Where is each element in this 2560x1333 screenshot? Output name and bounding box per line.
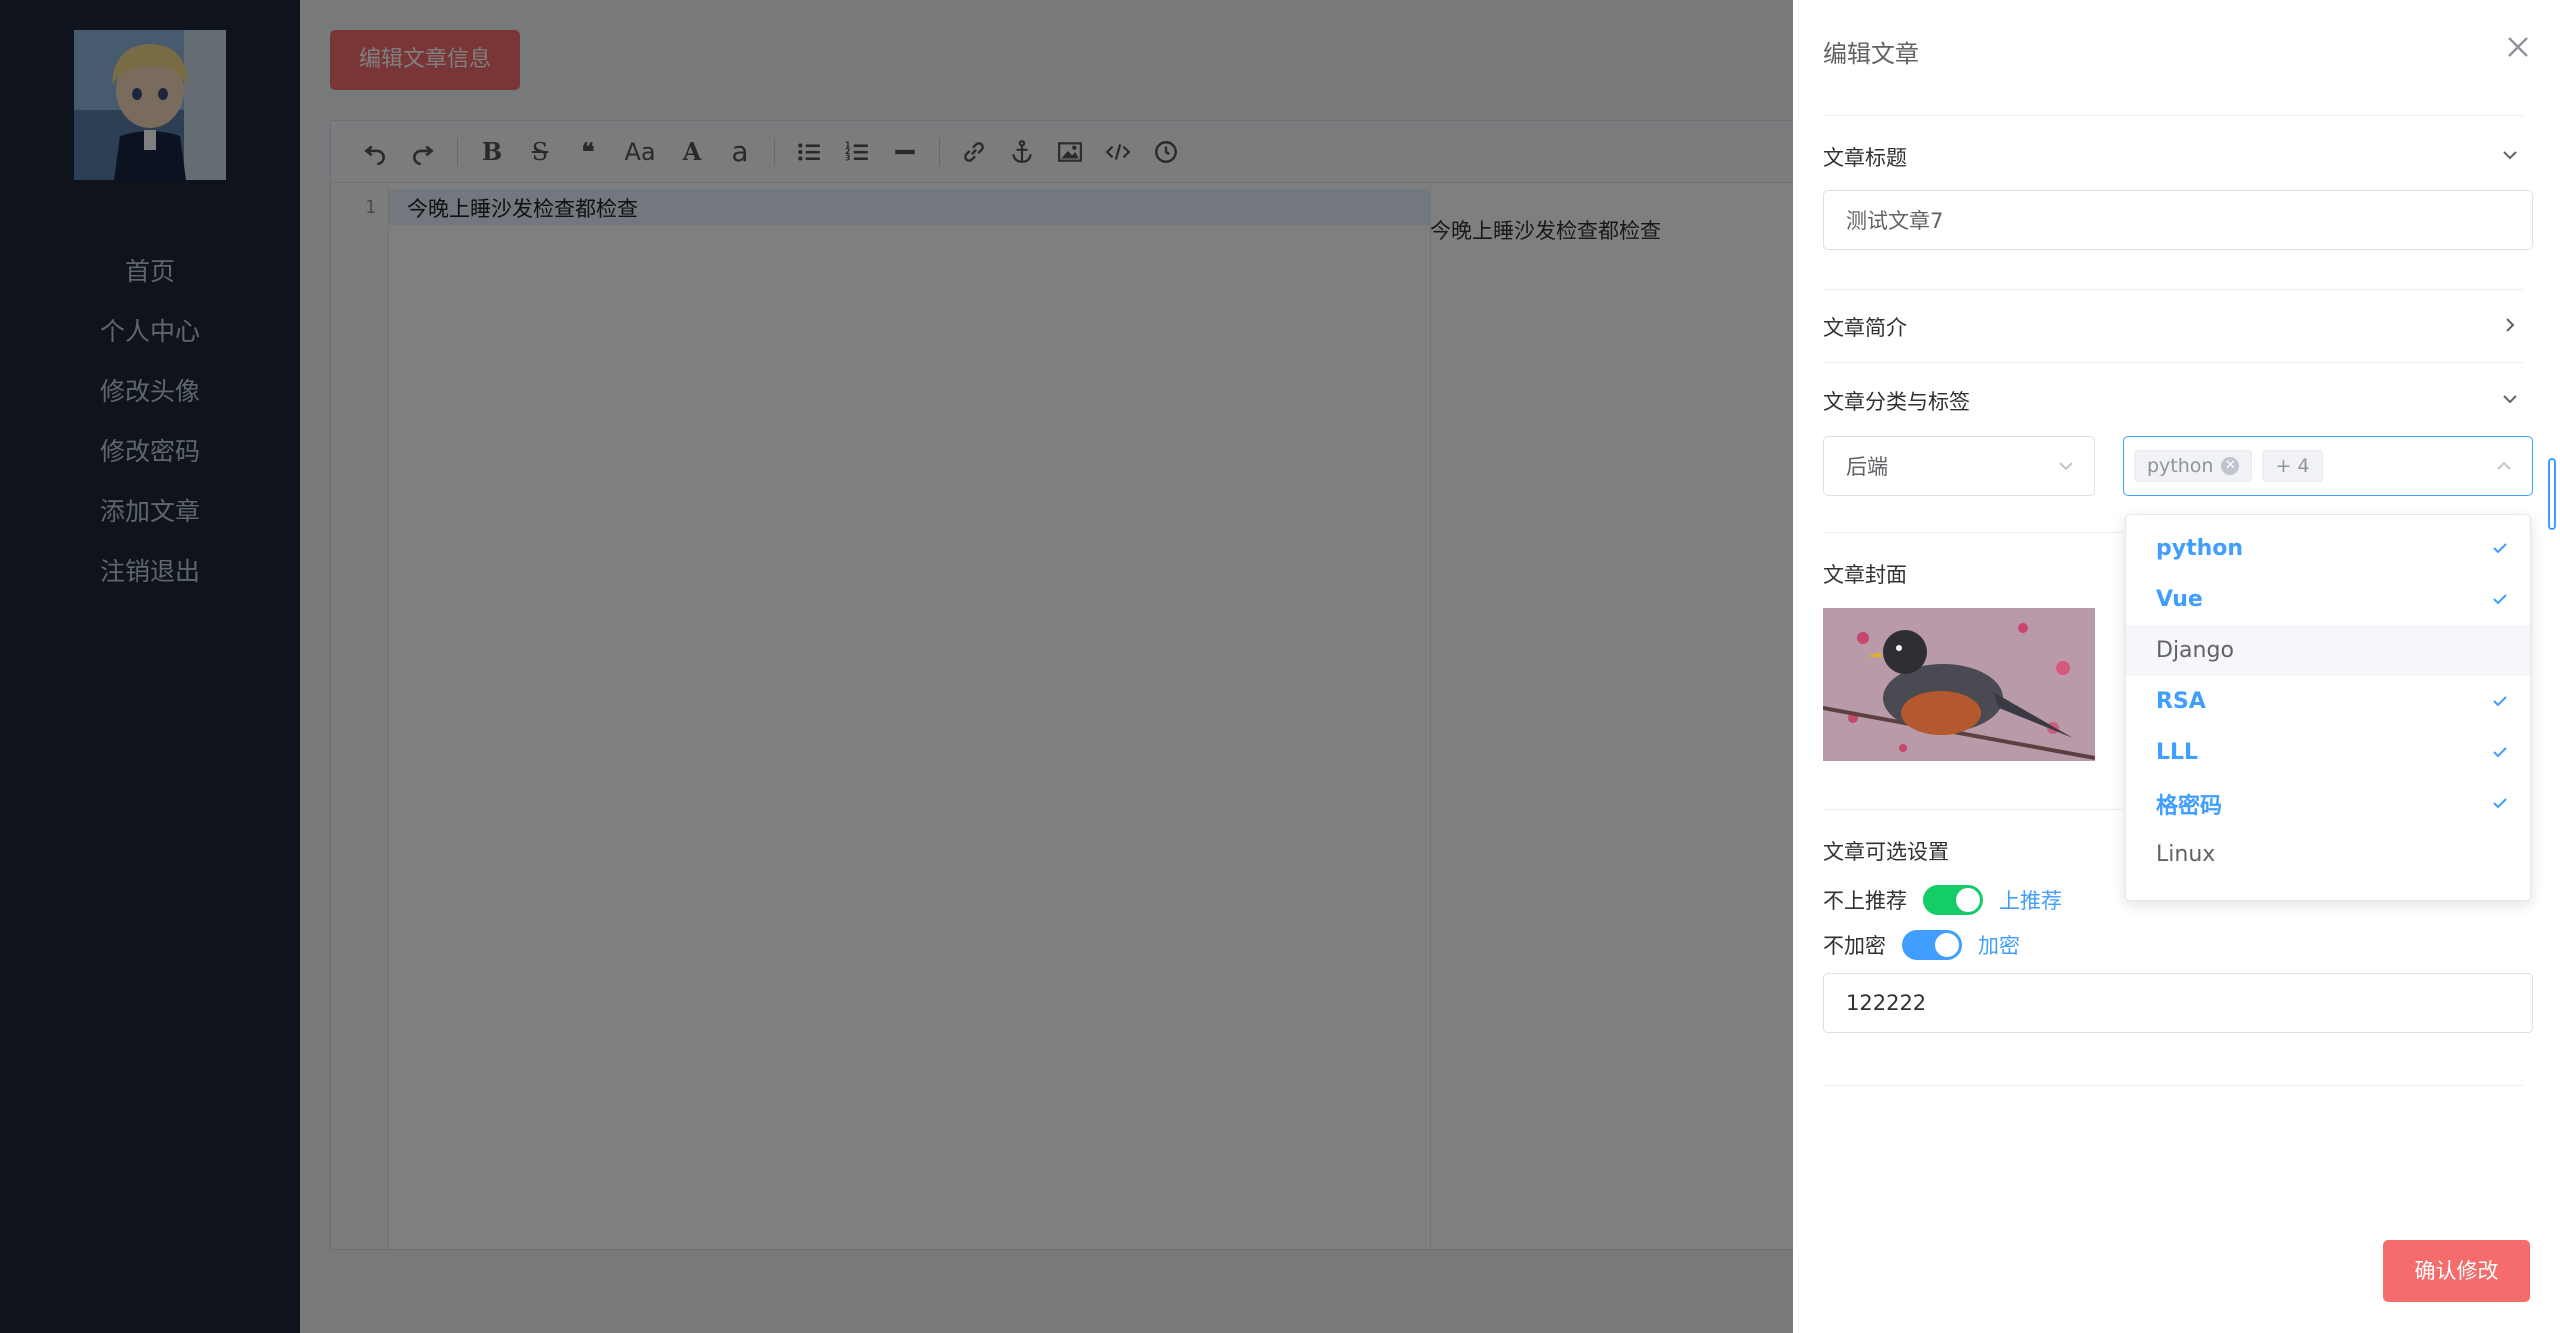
article-title-input[interactable]: 测试文章7 bbox=[1823, 190, 2533, 250]
not-recommend-label: 不上推荐 bbox=[1823, 889, 1907, 913]
switch-knob bbox=[1956, 888, 1980, 912]
drawer-title: 编辑文章 bbox=[1823, 40, 1919, 68]
password-value: 122222 bbox=[1846, 991, 1927, 1015]
category-tags-label: 文章分类与标签 bbox=[1823, 390, 1970, 414]
tag-option-label: Django bbox=[2156, 638, 2234, 663]
tag-option-linux[interactable]: Linux bbox=[2126, 829, 2530, 880]
cover-image[interactable] bbox=[1823, 608, 2095, 761]
tags-select[interactable]: python ✕ + 4 bbox=[2123, 436, 2533, 496]
tag-option-label: Vue bbox=[2156, 587, 2203, 612]
category-select[interactable]: 后端 bbox=[1823, 436, 2095, 496]
not-encrypt-label: 不加密 bbox=[1823, 934, 1886, 958]
tag-option-label: RSA bbox=[2156, 689, 2206, 714]
check-icon bbox=[2493, 798, 2507, 809]
tag-option-label: 格密码 bbox=[2156, 793, 2223, 819]
chevron-down-icon[interactable] bbox=[2499, 144, 2521, 166]
article-summary-label: 文章简介 bbox=[1823, 316, 1907, 340]
recommend-label: 上推荐 bbox=[1999, 889, 2062, 913]
close-icon[interactable] bbox=[2503, 32, 2533, 62]
article-title-value: 测试文章7 bbox=[1846, 209, 1944, 233]
chevron-down-icon bbox=[2059, 462, 2073, 471]
check-icon bbox=[2493, 543, 2507, 554]
tag-option-lll[interactable]: LLL bbox=[2126, 727, 2530, 778]
tag-option-label: python bbox=[2156, 536, 2244, 561]
check-icon bbox=[2493, 747, 2507, 758]
tags-dropdown: python Vue Django RSA LLL 格密码 Linux bbox=[2125, 514, 2531, 901]
tag-option-python[interactable]: python bbox=[2126, 523, 2530, 574]
tag-remove-icon[interactable]: ✕ bbox=[2221, 457, 2240, 475]
category-value: 后端 bbox=[1846, 455, 1888, 479]
chevron-right-icon[interactable] bbox=[2499, 314, 2521, 336]
divider bbox=[1823, 362, 2523, 363]
article-title-label: 文章标题 bbox=[1823, 146, 1907, 170]
encrypt-switch-row: 不加密 加密 bbox=[1823, 930, 2020, 960]
switch-knob bbox=[1935, 933, 1959, 957]
tag-chip-label: python bbox=[2147, 455, 2214, 477]
recommend-switch-row: 不上推荐 上推荐 bbox=[1823, 885, 2062, 915]
tag-option-lattice-cipher[interactable]: 格密码 bbox=[2126, 778, 2530, 829]
drawer-scrollbar[interactable] bbox=[2548, 458, 2556, 530]
dropdown-arrow bbox=[2145, 504, 2165, 514]
encrypt-label: 加密 bbox=[1978, 934, 2020, 958]
divider bbox=[1823, 532, 2123, 533]
encrypt-switch[interactable] bbox=[1902, 930, 1962, 960]
check-icon bbox=[2493, 696, 2507, 707]
divider bbox=[1823, 1085, 2523, 1086]
check-icon bbox=[2493, 594, 2507, 605]
more-tags-count: + 4 bbox=[2262, 450, 2323, 482]
tag-option-vue[interactable]: Vue bbox=[2126, 574, 2530, 625]
cover-label: 文章封面 bbox=[1823, 563, 1907, 587]
divider bbox=[1823, 289, 2523, 290]
divider bbox=[1823, 115, 2523, 116]
tag-option-django[interactable]: Django bbox=[2126, 625, 2530, 676]
confirm-edit-button[interactable]: 确认修改 bbox=[2383, 1240, 2530, 1302]
tag-option-label: Linux bbox=[2156, 842, 2216, 867]
chevron-down-icon[interactable] bbox=[2499, 388, 2521, 410]
tag-option-label: LLL bbox=[2156, 740, 2199, 765]
password-input[interactable]: 122222 bbox=[1823, 973, 2533, 1033]
optional-settings-label: 文章可选设置 bbox=[1823, 840, 1949, 864]
chevron-up-icon bbox=[2497, 461, 2511, 470]
tag-option-rsa[interactable]: RSA bbox=[2126, 676, 2530, 727]
tag-chip: python ✕ bbox=[2134, 450, 2253, 482]
recommend-switch[interactable] bbox=[1923, 885, 1983, 915]
divider bbox=[1823, 809, 2123, 810]
